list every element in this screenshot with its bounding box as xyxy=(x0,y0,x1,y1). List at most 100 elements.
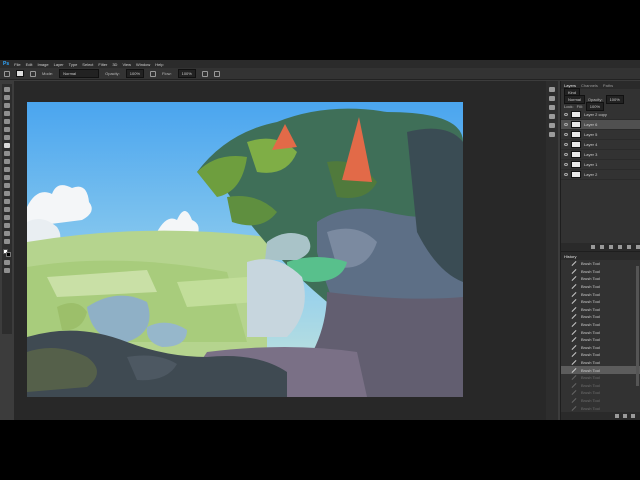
layer-opacity-input[interactable]: 100% xyxy=(605,95,624,104)
clone-stamp-tool-icon[interactable] xyxy=(4,151,10,156)
new-document-from-state-icon[interactable] xyxy=(615,414,619,418)
visibility-eye-icon[interactable] xyxy=(564,143,568,146)
color-swatches[interactable] xyxy=(3,249,11,257)
shape-tool-icon[interactable] xyxy=(4,223,10,228)
tab-history[interactable]: History xyxy=(564,254,576,259)
layer-style-icon[interactable] xyxy=(600,245,604,249)
history-state[interactable]: Brush Tool xyxy=(561,389,640,397)
history-state[interactable]: Brush Tool xyxy=(561,283,640,291)
history-state[interactable]: Brush Tool xyxy=(561,268,640,276)
menu-edit[interactable]: Edit xyxy=(26,62,33,67)
history-state[interactable]: Brush Tool xyxy=(561,313,640,321)
lasso-tool-icon[interactable] xyxy=(4,103,10,108)
history-state[interactable]: Brush Tool xyxy=(561,298,640,306)
visibility-eye-icon[interactable] xyxy=(564,133,568,136)
menu-layer[interactable]: Layer xyxy=(54,62,64,67)
screen-mode-icon[interactable] xyxy=(4,268,10,273)
healing-brush-tool-icon[interactable] xyxy=(4,135,10,140)
pen-tool-icon[interactable] xyxy=(4,199,10,204)
history-state[interactable]: Brush Tool xyxy=(561,397,640,405)
fill-input[interactable]: 100% xyxy=(585,102,605,111)
visibility-eye-icon[interactable] xyxy=(564,173,568,176)
menu-3d[interactable]: 3D xyxy=(112,62,117,67)
menu-help[interactable]: Help xyxy=(155,62,163,67)
menu-window[interactable]: Window xyxy=(136,62,150,67)
gradient-tool-icon[interactable] xyxy=(4,175,10,180)
brush-panel-icon[interactable] xyxy=(30,70,36,77)
history-state[interactable]: Brush Tool xyxy=(561,351,640,359)
history-state[interactable]: Brush Tool xyxy=(561,260,640,268)
history-state[interactable]: Brush Tool xyxy=(561,290,640,298)
flow-input[interactable]: 100% xyxy=(177,69,196,78)
history-brush-tool-icon[interactable] xyxy=(4,159,10,164)
layer-row[interactable]: Layer 6 xyxy=(561,120,640,130)
move-tool-icon[interactable] xyxy=(4,87,10,92)
eyedropper-tool-icon[interactable] xyxy=(4,127,10,132)
delete-layer-icon[interactable] xyxy=(636,245,640,249)
layer-row[interactable]: Layer 3 xyxy=(561,150,640,160)
blend-mode-select[interactable]: Normal xyxy=(564,95,585,104)
brush-preset-icon[interactable] xyxy=(4,70,10,77)
history-state[interactable]: Brush Tool xyxy=(561,321,640,329)
new-snapshot-icon[interactable] xyxy=(623,414,627,418)
visibility-eye-icon[interactable] xyxy=(564,153,568,156)
brush-dock-icon[interactable] xyxy=(549,114,555,119)
crop-tool-icon[interactable] xyxy=(4,119,10,124)
background-color[interactable] xyxy=(6,252,11,257)
path-select-tool-icon[interactable] xyxy=(4,215,10,220)
opacity-input[interactable]: 100% xyxy=(125,69,145,78)
eraser-tool-icon[interactable] xyxy=(4,167,10,172)
layer-row[interactable]: Layer 1 xyxy=(561,160,640,170)
swatches-dock-icon[interactable] xyxy=(549,123,555,128)
history-state[interactable]: Brush Tool xyxy=(561,336,640,344)
menu-image[interactable]: Image xyxy=(37,62,48,67)
history-state[interactable]: Brush Tool xyxy=(561,359,640,367)
painting-canvas[interactable] xyxy=(27,102,463,397)
menu-select[interactable]: Select xyxy=(82,62,93,67)
history-scrollbar[interactable] xyxy=(636,266,639,386)
history-state[interactable]: Brush Tool xyxy=(561,306,640,314)
new-group-icon[interactable] xyxy=(618,245,622,249)
brush-tool-icon[interactable] xyxy=(4,143,10,148)
airbrush-icon[interactable] xyxy=(201,70,208,77)
history-state[interactable]: Brush Tool xyxy=(561,374,640,382)
pressure-opacity-icon[interactable] xyxy=(150,70,157,77)
new-layer-icon[interactable] xyxy=(627,245,631,249)
history-state[interactable]: Brush Tool xyxy=(561,382,640,390)
quick-select-tool-icon[interactable] xyxy=(4,111,10,116)
add-mask-icon[interactable] xyxy=(609,245,613,249)
hand-tool-icon[interactable] xyxy=(4,231,10,236)
menu-view[interactable]: View xyxy=(122,62,131,67)
visibility-eye-icon[interactable] xyxy=(564,113,568,116)
layer-row[interactable]: Layer 4 xyxy=(561,140,640,150)
history-state[interactable]: Brush Tool xyxy=(561,344,640,352)
history-state[interactable]: Brush Tool xyxy=(561,328,640,336)
tab-layers[interactable]: Layers xyxy=(564,83,576,88)
menu-type[interactable]: Type xyxy=(69,62,78,67)
type-tool-icon[interactable] xyxy=(4,207,10,212)
zoom-tool-icon[interactable] xyxy=(4,239,10,244)
history-state[interactable]: Brush Tool xyxy=(561,404,640,412)
history-state[interactable]: Brush Tool xyxy=(561,366,640,374)
link-layers-icon[interactable] xyxy=(591,245,595,249)
menu-file[interactable]: File xyxy=(14,62,20,67)
layer-row[interactable]: Layer 2 copy xyxy=(561,110,640,120)
dodge-tool-icon[interactable] xyxy=(4,191,10,196)
tab-paths[interactable]: Paths xyxy=(603,83,613,88)
pressure-size-icon[interactable] xyxy=(213,70,220,77)
history-dock-icon[interactable] xyxy=(549,87,555,92)
layer-row[interactable]: Layer 2 xyxy=(561,170,640,180)
marquee-tool-icon[interactable] xyxy=(4,95,10,100)
blur-tool-icon[interactable] xyxy=(4,183,10,188)
adjustments-dock-icon[interactable] xyxy=(549,105,555,110)
visibility-eye-icon[interactable] xyxy=(564,123,568,126)
paragraph-dock-icon[interactable] xyxy=(549,132,555,137)
quick-mask-icon[interactable] xyxy=(4,260,10,265)
menu-filter[interactable]: Filter xyxy=(98,62,107,67)
brush-size-picker[interactable] xyxy=(16,70,24,77)
properties-dock-icon[interactable] xyxy=(549,96,555,101)
document-workspace[interactable] xyxy=(14,81,546,420)
layer-row[interactable]: Layer 5 xyxy=(561,130,640,140)
delete-state-icon[interactable] xyxy=(631,414,635,418)
mode-select[interactable]: Normal xyxy=(59,69,100,78)
